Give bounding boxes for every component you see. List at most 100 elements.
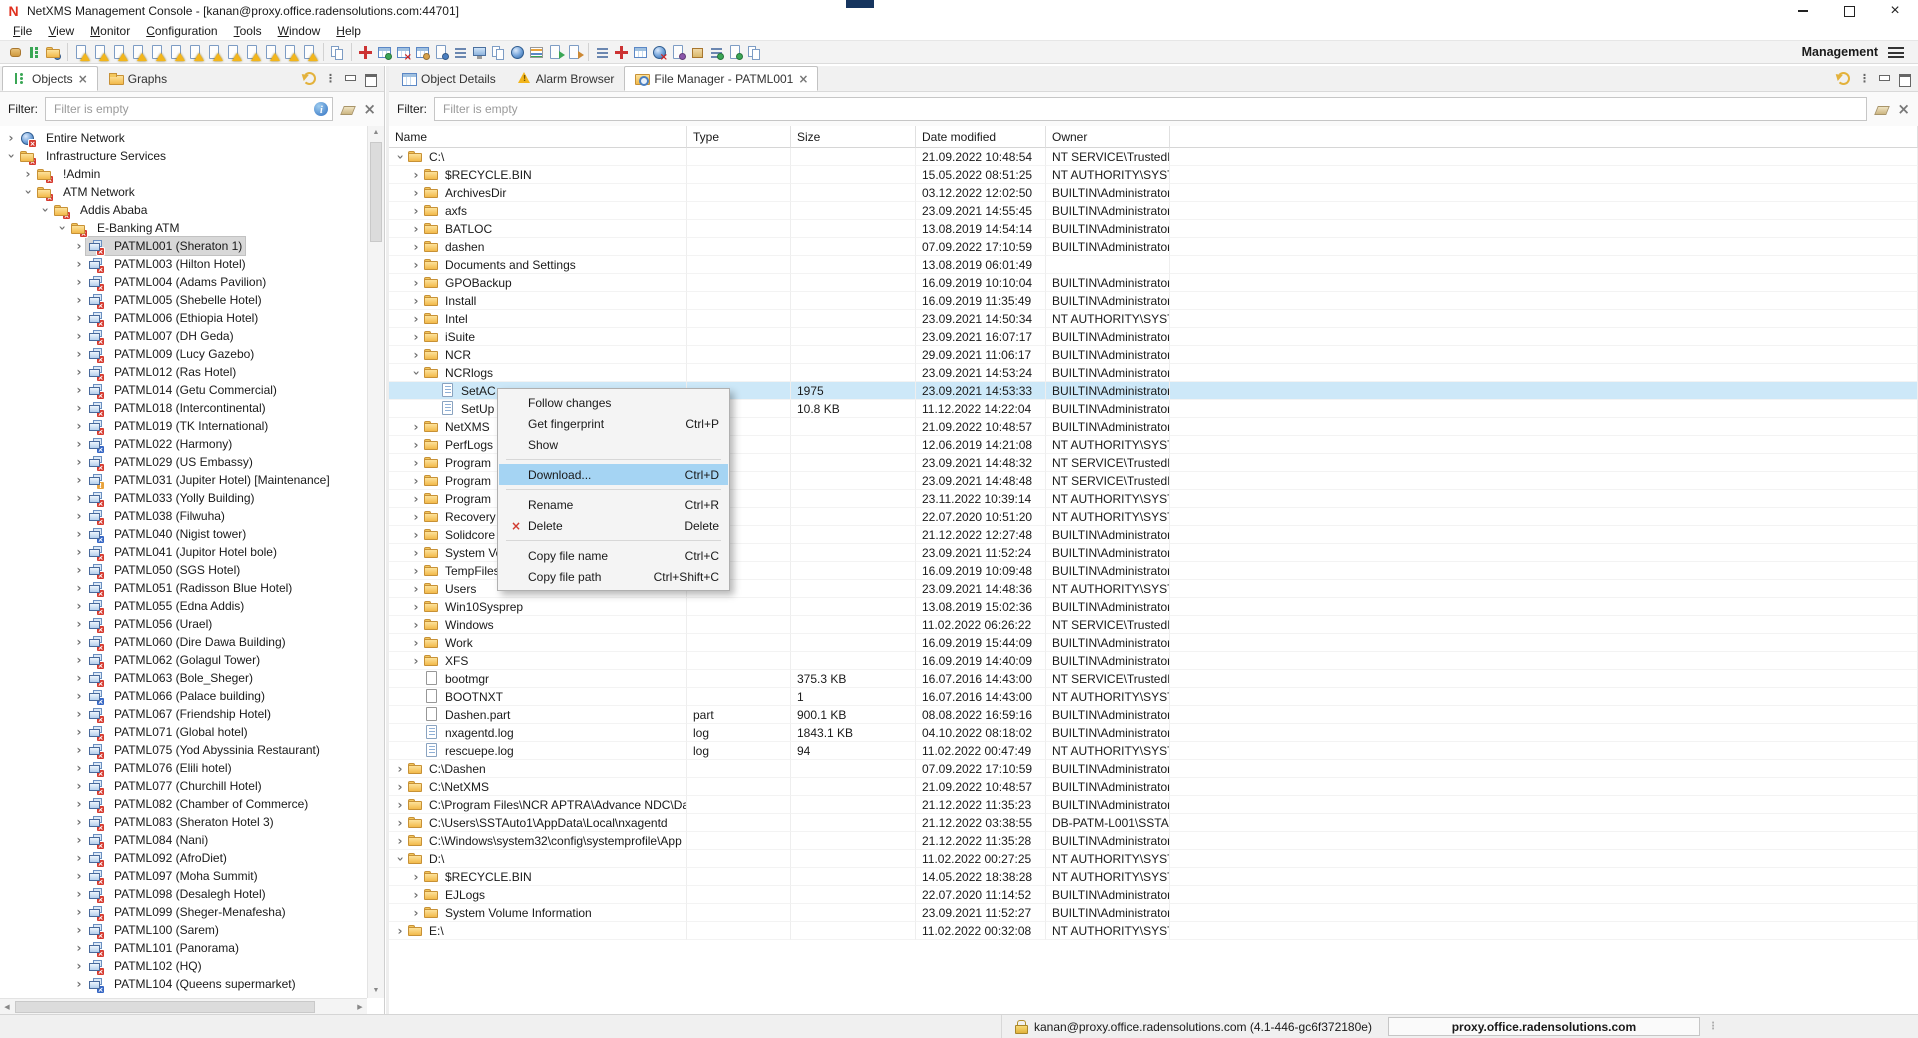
table-row[interactable]: rescuepe.log log 94 11.02.2022 00:47:49 …	[389, 742, 1918, 760]
expand-chevron-icon[interactable]	[393, 151, 407, 163]
toolbar-icon[interactable]: ×	[395, 44, 412, 61]
tree-item[interactable]: × PATML063 (Bole_Sheger)	[0, 669, 367, 687]
tree-item[interactable]: × PATML067 (Friendship Hotel)	[0, 705, 367, 723]
expand-chevron-icon[interactable]	[409, 529, 423, 541]
expand-chevron-icon[interactable]	[409, 601, 423, 613]
expand-chevron-icon[interactable]	[4, 132, 18, 144]
table-row[interactable]: $RECYCLE.BIN 15.05.2022 08:51:25 NT AUTH…	[389, 166, 1918, 184]
table-row[interactable]: Dashen.part part 900.1 KB 08.08.2022 16:…	[389, 706, 1918, 724]
expand-chevron-icon[interactable]	[393, 799, 407, 811]
scrollbar-thumb[interactable]	[370, 142, 382, 242]
toolbar-icon[interactable]	[433, 44, 450, 61]
expand-chevron-icon[interactable]	[409, 367, 423, 379]
expand-chevron-icon[interactable]	[72, 834, 86, 846]
tree-item[interactable]: × PATML055 (Edna Addis)	[0, 597, 367, 615]
expand-chevron-icon[interactable]	[72, 798, 86, 810]
tree-item[interactable]: × ATM Network	[0, 183, 367, 201]
menu-configuration[interactable]: Configuration	[138, 24, 225, 38]
tree-item[interactable]: × PATML022 (Harmony)	[0, 435, 367, 453]
expand-chevron-icon[interactable]	[409, 475, 423, 487]
toolbar-icon[interactable]	[452, 44, 469, 61]
expand-chevron-icon[interactable]	[393, 781, 407, 793]
expand-chevron-icon[interactable]	[409, 259, 423, 271]
expand-chevron-icon[interactable]	[409, 313, 423, 325]
menu-help[interactable]: Help	[328, 24, 369, 38]
menu-item-download-[interactable]: Download... Ctrl+D	[499, 464, 728, 485]
menu-item-get-fingerprint[interactable]: Get fingerprint Ctrl+P	[499, 413, 728, 434]
tree-item[interactable]: × Addis Ababa	[0, 201, 367, 219]
expand-chevron-icon[interactable]	[409, 421, 423, 433]
toolbar-icon[interactable]	[206, 44, 223, 61]
expand-chevron-icon[interactable]	[72, 672, 86, 684]
expand-chevron-icon[interactable]	[72, 582, 86, 594]
expand-chevron-icon[interactable]	[72, 852, 86, 864]
table-row[interactable]: D:\ 11.02.2022 00:27:25 NT AUTHORITY\SYS…	[389, 850, 1918, 868]
tree-item[interactable]: × PATML001 (Sheraton 1)	[0, 237, 367, 255]
menu-item-delete[interactable]: × Delete Delete	[499, 515, 728, 536]
tree-item[interactable]: × PATML102 (HQ)	[0, 957, 367, 975]
menu-window[interactable]: Window	[270, 24, 329, 38]
minimize-view-icon[interactable]	[1879, 74, 1890, 83]
toolbar-icon[interactable]	[566, 44, 583, 61]
expand-chevron-icon[interactable]	[72, 762, 86, 774]
expand-chevron-icon[interactable]	[393, 925, 407, 937]
expand-chevron-icon[interactable]	[72, 888, 86, 900]
expand-chevron-icon[interactable]	[72, 528, 86, 540]
expand-chevron-icon[interactable]	[38, 204, 52, 216]
tree-item[interactable]: × PATML066 (Palace building)	[0, 687, 367, 705]
tree-item[interactable]: × PATML019 (TK International)	[0, 417, 367, 435]
expand-chevron-icon[interactable]	[72, 474, 86, 486]
file-filter-input[interactable]	[434, 97, 1867, 121]
toolbar-icon[interactable]	[414, 44, 431, 61]
filter-clear-icon[interactable]	[1897, 102, 1910, 117]
toolbar-icon[interactable]	[746, 44, 763, 61]
expand-chevron-icon[interactable]	[409, 241, 423, 253]
tree-item[interactable]: × PATML007 (DH Geda)	[0, 327, 367, 345]
menu-view[interactable]: View	[40, 24, 82, 38]
expand-chevron-icon[interactable]	[409, 277, 423, 289]
tree-item[interactable]: × PATML018 (Intercontinental)	[0, 399, 367, 417]
expand-chevron-icon[interactable]	[72, 816, 86, 828]
tree-item[interactable]: × PATML077 (Churchill Hotel)	[0, 777, 367, 795]
table-row[interactable]: C:\Windows\system32\config\systemprofile…	[389, 832, 1918, 850]
expand-chevron-icon[interactable]	[72, 564, 86, 576]
tree-item[interactable]: × PATML083 (Sheraton Hotel 3)	[0, 813, 367, 831]
expand-chevron-icon[interactable]	[72, 924, 86, 936]
expand-chevron-icon[interactable]	[21, 186, 35, 198]
toolbar-icon[interactable]	[187, 44, 204, 61]
tree-item[interactable]: × PATML014 (Getu Commercial)	[0, 381, 367, 399]
tab-graphs[interactable]: Graphs	[98, 66, 177, 91]
toolbar-icon[interactable]	[490, 44, 507, 61]
expand-chevron-icon[interactable]	[72, 744, 86, 756]
tree-item[interactable]: × PATML084 (Nani)	[0, 831, 367, 849]
expand-chevron-icon[interactable]	[409, 565, 423, 577]
expand-chevron-icon[interactable]	[55, 222, 69, 234]
tree-item[interactable]: ! PATML031 (Jupiter Hotel) [Maintenance]	[0, 471, 367, 489]
expand-chevron-icon[interactable]	[409, 331, 423, 343]
toolbar-icon[interactable]	[509, 44, 526, 61]
table-row[interactable]: NCR 29.09.2021 11:06:17 BUILTIN\Administ…	[389, 346, 1918, 364]
tab-alarm-browser[interactable]: Alarm Browser	[506, 66, 625, 91]
table-row[interactable]: dashen 07.09.2022 17:10:59 BUILTIN\Admin…	[389, 238, 1918, 256]
tab-objects[interactable]: Objects	[2, 66, 98, 91]
expand-chevron-icon[interactable]	[21, 168, 35, 180]
toolbar-icon[interactable]	[282, 44, 299, 61]
toolbar-icon[interactable]	[670, 44, 687, 61]
expand-chevron-icon[interactable]	[72, 960, 86, 972]
scroll-up-icon[interactable]: ▲	[368, 126, 384, 140]
expand-chevron-icon[interactable]	[72, 942, 86, 954]
tree-item[interactable]: × PATML098 (Desalegh Hotel)	[0, 885, 367, 903]
tree-item[interactable]: × PATML082 (Chamber of Commerce)	[0, 795, 367, 813]
tree-vertical-scrollbar[interactable]: ▲ ▼	[367, 126, 384, 998]
tree-item[interactable]: × PATML097 (Moha Summit)	[0, 867, 367, 885]
toolbar-icon[interactable]	[613, 44, 630, 61]
toolbar-icon[interactable]	[301, 44, 318, 61]
table-row[interactable]: ArchivesDir 03.12.2022 12:02:50 BUILTIN\…	[389, 184, 1918, 202]
table-row[interactable]: $RECYCLE.BIN 14.05.2022 18:38:28 NT AUTH…	[389, 868, 1918, 886]
tree-item[interactable]: × PATML050 (SGS Hotel)	[0, 561, 367, 579]
tree-item[interactable]: × !Admin	[0, 165, 367, 183]
window-minimize-button[interactable]	[1780, 0, 1826, 22]
expand-chevron-icon[interactable]	[72, 978, 86, 990]
expand-chevron-icon[interactable]	[409, 223, 423, 235]
expand-chevron-icon[interactable]	[72, 402, 86, 414]
